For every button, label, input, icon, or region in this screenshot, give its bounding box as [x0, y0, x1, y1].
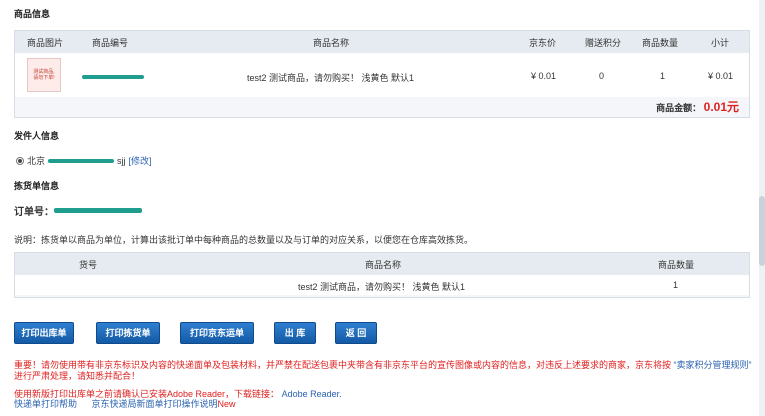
amount-row: 商品金额： 0.01元	[656, 98, 739, 115]
explain-text: 说明：拣货单以商品为单位，计算出该批订单中每种商品的总数量以及与订单的对应关系，…	[14, 235, 474, 245]
product-panel: 商品图片 商品编号 商品名称 京东价 赠送积分 商品数量 小计 测试商品, 请勿…	[14, 30, 750, 118]
sender-suffix: sjj	[117, 155, 126, 166]
print-jd-waybill-button[interactable]: 打印京东运单	[180, 322, 254, 344]
radio-dot	[18, 158, 22, 163]
product-points: 0	[599, 71, 605, 81]
sku-redacted	[82, 75, 144, 79]
header-qty: 商品数量	[642, 38, 679, 48]
important-notice: 重要！请勿使用带有非京东标识及内容的快递面单及包装材料，并严禁在配送包裹中夹带含…	[14, 360, 754, 382]
picking-row: test2 测试商品，请勿购买！ 浅黄色 默认1 1	[15, 275, 749, 295]
back-button[interactable]: 返 回	[335, 322, 377, 344]
scrollbar-thumb[interactable]	[759, 196, 765, 266]
thumb-text-2: 请勿下单!	[33, 75, 55, 81]
sender-redacted	[48, 158, 115, 163]
picking-row-name: test2 测试商品，请勿购买！ 浅黄色 默认1	[298, 282, 466, 292]
header-name: 商品名称	[313, 38, 350, 48]
order-number-redacted	[54, 208, 142, 213]
product-row: 测试商品, 请勿下单! test2 测试商品，请勿购买！ 浅黄色 默认1 ¥ 0…	[15, 53, 749, 97]
header-price: 京东价	[529, 38, 557, 48]
picking-row-qty: 1	[673, 280, 679, 290]
header-subtotal: 小计	[711, 38, 730, 48]
product-price: ¥ 0.01	[531, 71, 557, 81]
print-picking-button[interactable]: 打印拣货单	[96, 322, 160, 344]
sender-radio[interactable]	[16, 156, 24, 165]
adobe-reader-link[interactable]: Adobe Reader.	[282, 389, 342, 399]
picking-table-header: 货号 商品名称 商品数量	[15, 253, 749, 275]
new-badge: New	[217, 399, 236, 409]
picking-header-sku: 货号	[79, 260, 98, 270]
product-name: test2 测试商品，请勿购买！ 浅黄色 默认1	[247, 73, 415, 83]
product-section-title: 商品信息	[14, 9, 51, 19]
header-image: 商品图片	[27, 38, 64, 48]
sender-prefix: 北京	[27, 156, 46, 166]
rule-link[interactable]: “卖家积分管理规则”	[674, 360, 752, 370]
waybill-help-link[interactable]: 快递单打印帮助	[14, 399, 77, 409]
print-outbound-button[interactable]: 打印出库单	[14, 322, 74, 344]
important-text: 重要！请勿使用带有非京东标识及内容的快递面单及包装材料，并严禁在配送包裹中夹带含…	[14, 360, 672, 370]
order-number-row: 订单号：	[14, 203, 142, 218]
picking-header-qty: 商品数量	[658, 260, 695, 270]
important-tail: 进行严肃处理，请知悉并配合！	[14, 371, 141, 381]
outbound-button[interactable]: 出 库	[274, 322, 316, 344]
header-points: 赠送积分	[585, 38, 622, 48]
sender-row: 北京 sjj [修改]	[16, 154, 152, 167]
product-thumbnail[interactable]: 测试商品, 请勿下单!	[27, 58, 61, 92]
sender-section-title: 发件人信息	[14, 131, 60, 141]
help-links: 快递单打印帮助 京东快递局新面单打印操作说明New	[14, 397, 236, 410]
order-label: 订单号：	[14, 207, 54, 218]
product-qty: 1	[660, 71, 666, 81]
sender-modify-link[interactable]: [修改]	[129, 154, 152, 167]
header-sku: 商品编号	[92, 38, 129, 48]
new-waybill-help-link[interactable]: 京东快递局新面单打印操作说明	[92, 399, 218, 409]
picking-header-name: 商品名称	[365, 260, 402, 270]
amount-value: 0.01元	[703, 100, 739, 114]
scrollbar[interactable]	[759, 0, 765, 416]
product-subtotal: ¥ 0.01	[708, 71, 734, 81]
product-table-header: 商品图片 商品编号 商品名称 京东价 赠送积分 商品数量 小计	[15, 31, 749, 53]
picking-panel: 货号 商品名称 商品数量 test2 测试商品，请勿购买！ 浅黄色 默认1 1	[14, 252, 750, 298]
amount-label: 商品金额：	[656, 103, 702, 113]
picking-section-title: 拣货单信息	[14, 181, 60, 191]
